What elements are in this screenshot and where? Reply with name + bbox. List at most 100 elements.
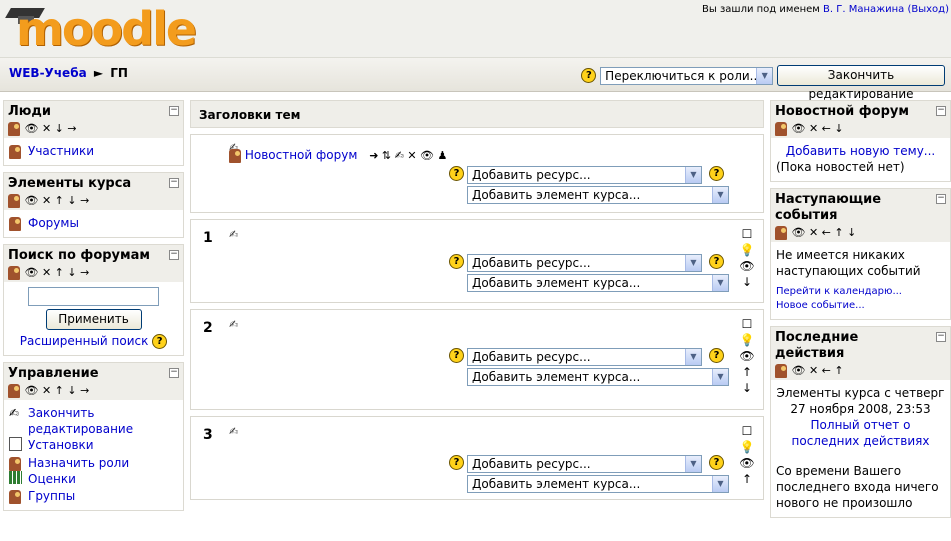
- section-number: 2: [203, 320, 213, 336]
- move-down-icon[interactable]: ↓: [739, 380, 755, 396]
- highlight-icon[interactable]: 💡: [739, 439, 755, 455]
- block-control-icons[interactable]: 👁 ✕ ↓ →: [25, 122, 77, 135]
- collapse-icon[interactable]: −: [169, 368, 179, 378]
- collapse-icon[interactable]: −: [169, 250, 179, 260]
- visibility-icon[interactable]: 👁: [739, 455, 755, 471]
- list-item[interactable]: ✍ Закончить редактирование: [9, 405, 178, 437]
- show-only-this-icon[interactable]: ☐: [739, 226, 755, 242]
- add-activity-select[interactable]: Добавить элемент курса... ▼: [467, 368, 729, 386]
- finish-editing-link[interactable]: Закончить редактирование: [28, 405, 178, 437]
- block-title: Наступающие события: [775, 192, 882, 223]
- edit-summary-icon[interactable]: ✍: [229, 425, 238, 438]
- block-content: Участники: [4, 138, 183, 165]
- add-activity-select[interactable]: Добавить элемент курса... ▼: [467, 186, 729, 204]
- move-up-icon[interactable]: ↑: [739, 364, 755, 380]
- collapse-icon[interactable]: −: [936, 332, 946, 342]
- add-resource-value: Добавить ресурс...: [472, 350, 591, 364]
- move-up-icon[interactable]: ↑: [739, 471, 755, 487]
- help-icon[interactable]: ?: [449, 254, 464, 269]
- add-resource-select[interactable]: Добавить ресурс... ▼: [467, 348, 702, 366]
- roles-icon[interactable]: [8, 384, 20, 398]
- finish-editing-button[interactable]: Закончить редактирование: [777, 65, 945, 101]
- search-input[interactable]: [28, 287, 159, 306]
- collapse-icon[interactable]: −: [936, 106, 946, 116]
- moodle-logo[interactable]: moodle: [5, 2, 216, 56]
- participants-link[interactable]: Участники: [28, 143, 94, 159]
- help-icon[interactable]: ?: [449, 166, 464, 181]
- help-icon[interactable]: ?: [449, 455, 464, 470]
- edit-summary-icon[interactable]: ✍: [229, 228, 238, 241]
- roles-icon[interactable]: [8, 194, 20, 208]
- show-only-this-icon[interactable]: ☐: [739, 316, 755, 332]
- add-activity-select[interactable]: Добавить элемент курса... ▼: [467, 274, 729, 292]
- add-resource-select[interactable]: Добавить ресурс... ▼: [467, 166, 702, 184]
- topics-header: Заголовки тем: [190, 100, 764, 128]
- advanced-search-link[interactable]: Расширенный поиск: [20, 334, 149, 348]
- activities-block: Элементы курса − 👁 ✕ ↑ ↓ → Форумы: [3, 172, 184, 238]
- add-new-topic-link[interactable]: Добавить новую тему...: [786, 144, 935, 158]
- visibility-icon[interactable]: 👁: [739, 348, 755, 364]
- news-forum-link[interactable]: Новостной форум: [245, 148, 358, 162]
- search-apply-button[interactable]: Применить: [45, 309, 142, 330]
- help-icon[interactable]: ?: [581, 68, 597, 83]
- list-item[interactable]: Группы: [9, 488, 178, 504]
- collapse-icon[interactable]: −: [169, 178, 179, 188]
- full-report-link[interactable]: Полный отчет о последних действиях: [792, 418, 930, 448]
- help-icon[interactable]: ?: [709, 455, 724, 470]
- collapse-icon[interactable]: −: [169, 106, 179, 116]
- chevron-down-icon: ▼: [712, 476, 728, 492]
- user-name-link[interactable]: В. Г. Манажина: [823, 4, 904, 15]
- roles-icon[interactable]: [8, 266, 20, 280]
- highlight-icon[interactable]: 💡: [739, 242, 755, 258]
- grades-link[interactable]: Оценки: [28, 471, 76, 487]
- go-to-calendar-link[interactable]: Перейти к календарю...: [776, 286, 902, 297]
- collapse-icon[interactable]: −: [936, 194, 946, 204]
- add-activity-select[interactable]: Добавить элемент курса... ▼: [467, 475, 729, 493]
- block-control-icons[interactable]: 👁 ✕ ↑ ↓ →: [25, 266, 90, 279]
- block-control-icons[interactable]: 👁 ✕ ← ↑: [792, 364, 844, 377]
- list-item[interactable]: Назначить роли: [9, 455, 178, 471]
- logout-link[interactable]: (Выход): [907, 4, 949, 15]
- role-switch-select[interactable]: Переключиться к роли... ▼: [600, 66, 774, 85]
- nothing-new-text: Со времени Вашего последнего входа ничег…: [776, 464, 939, 510]
- block-title: Новостной форум: [775, 104, 909, 119]
- forums-link[interactable]: Форумы: [28, 215, 79, 231]
- add-resource-select[interactable]: Добавить ресурс... ▼: [467, 455, 702, 473]
- help-icon[interactable]: ?: [449, 348, 464, 363]
- help-icon[interactable]: ?: [709, 254, 724, 269]
- list-item[interactable]: Оценки: [9, 471, 178, 488]
- roles-icon[interactable]: [8, 122, 20, 136]
- assign-roles-link[interactable]: Назначить роли: [28, 455, 129, 471]
- block-content: Применить Расширенный поиск ?: [4, 282, 183, 355]
- help-icon[interactable]: ?: [709, 348, 724, 363]
- add-resource-value: Добавить ресурс...: [472, 256, 591, 270]
- block-control-icons[interactable]: 👁 ✕ ↑ ↓ →: [25, 384, 90, 397]
- roles-icon[interactable]: [775, 226, 787, 240]
- groups-link[interactable]: Группы: [28, 488, 75, 504]
- list-item[interactable]: Установки: [9, 437, 178, 455]
- search-button-row: Применить: [9, 309, 178, 330]
- block-title: Последние действия: [775, 330, 859, 361]
- add-resource-select[interactable]: Добавить ресурс... ▼: [467, 254, 702, 272]
- highlight-icon[interactable]: 💡: [739, 332, 755, 348]
- settings-link[interactable]: Установки: [28, 437, 94, 453]
- roles-icon[interactable]: [775, 364, 787, 378]
- visibility-icon[interactable]: 👁: [739, 258, 755, 274]
- block-control-icons[interactable]: 👁 ✕ ← ↑ ↓: [792, 226, 857, 239]
- add-activity-value: Добавить элемент курса...: [472, 477, 641, 491]
- breadcrumb-separator: ►: [93, 66, 104, 80]
- list-item[interactable]: Участники: [9, 143, 178, 159]
- list-item[interactable]: Форумы: [9, 215, 178, 231]
- move-down-icon[interactable]: ↓: [739, 274, 755, 290]
- block-control-icons[interactable]: 👁 ✕ ↑ ↓ →: [25, 194, 90, 207]
- block-control-icons[interactable]: 👁 ✕ ← ↓: [792, 122, 844, 135]
- help-icon[interactable]: ?: [152, 334, 168, 349]
- new-event-link[interactable]: Новое событие...: [776, 300, 865, 311]
- activity-edit-icons[interactable]: ➜ ⇅ ✍ ✕ 👁 ♟: [369, 149, 447, 162]
- roles-icon[interactable]: [775, 122, 787, 136]
- edit-summary-icon[interactable]: ✍: [229, 318, 238, 331]
- breadcrumb-site[interactable]: WEB-Учеба: [9, 66, 87, 80]
- show-only-this-icon[interactable]: ☐: [739, 423, 755, 439]
- chevron-down-icon: ▼: [712, 369, 728, 385]
- help-icon[interactable]: ?: [709, 166, 724, 181]
